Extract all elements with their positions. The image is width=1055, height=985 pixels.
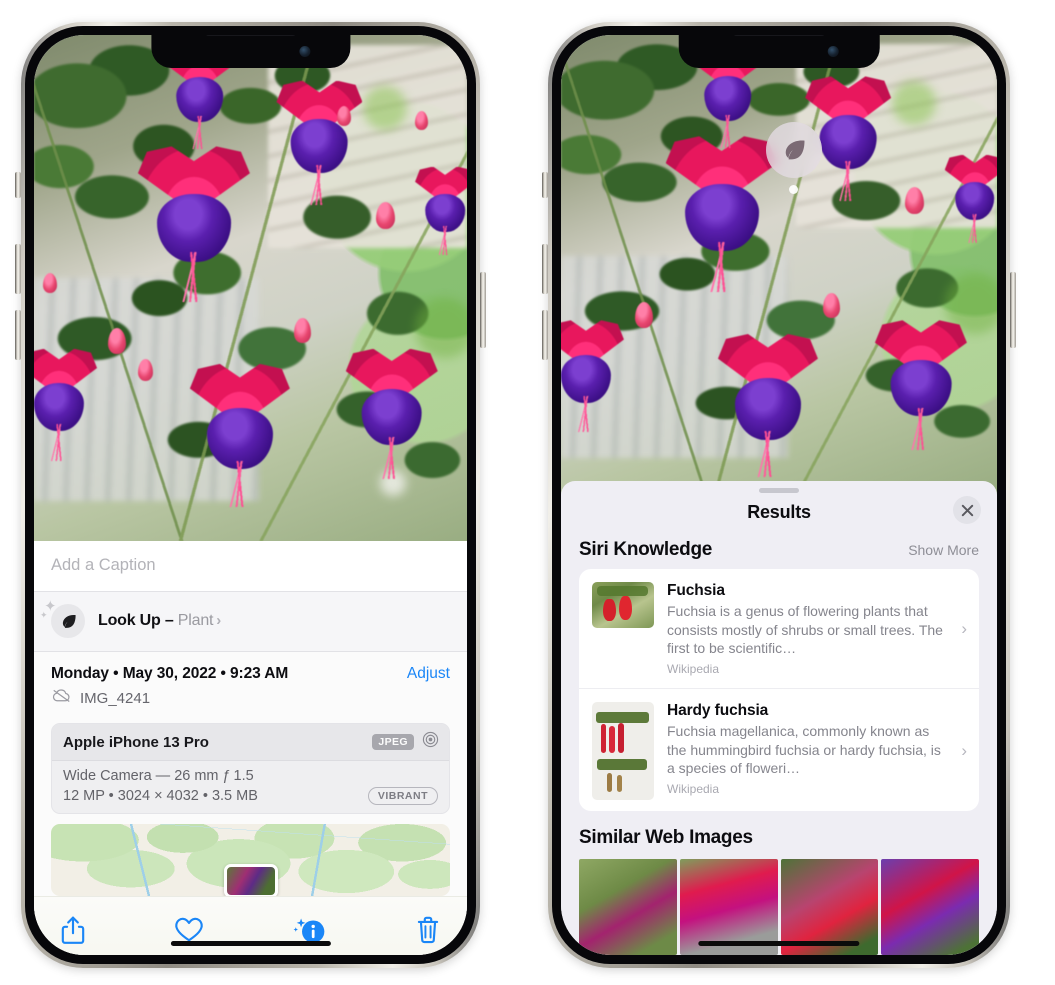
notch (150, 35, 351, 68)
left-phone-screen: Add a Caption ✦ ✦ Look Up – Plant › Mond… (34, 35, 467, 955)
home-indicator[interactable] (170, 941, 331, 946)
result-title: Hardy fuchsia (667, 702, 769, 719)
photo-toolbar (34, 896, 467, 955)
power-button[interactable] (480, 272, 486, 348)
camera-lens-info: Wide Camera — 26 mm ƒ 1.5 (63, 768, 254, 784)
web-image-4[interactable] (881, 859, 979, 955)
photographic-style-badge: VIBRANT (367, 787, 438, 805)
caption-input[interactable]: Add a Caption (34, 541, 467, 592)
leaf-icon: ✦ ✦ (40, 599, 85, 638)
siri-knowledge-card: Fuchsia Fuchsia is a genus of flowering … (579, 569, 979, 811)
right-phone-bezel: Results Siri Knowledge Show More Fuchsia… (552, 26, 1006, 964)
icloud-slash-icon (51, 688, 72, 708)
photo-filename: IMG_4241 (80, 689, 151, 707)
photo-metadata: Monday • May 30, 2022 • 9:23 AM Adjust I… (34, 652, 467, 717)
left-phone-bezel: Add a Caption ✦ ✦ Look Up – Plant › Mond… (25, 26, 476, 964)
look-up-row[interactable]: ✦ ✦ Look Up – Plant › (34, 592, 467, 652)
look-up-subject: Plant (177, 612, 214, 629)
photo-date: Monday • May 30, 2022 • 9:23 AM (51, 665, 289, 682)
list-item[interactable]: Hardy fuchsia Fuchsia magellanica, commo… (579, 688, 979, 811)
power-button-right[interactable] (1010, 272, 1016, 348)
result-source: Wikipedia (667, 662, 720, 676)
results-sheet: Results Siri Knowledge Show More Fuchsia… (561, 481, 997, 955)
result-description: Fuchsia is a genus of flowering plants t… (667, 603, 943, 657)
front-camera-icon-right (828, 46, 840, 57)
sparkle-small-icon: ✦ (40, 610, 48, 620)
home-indicator-right[interactable] (698, 941, 860, 946)
leaf-icon (765, 122, 822, 179)
volume-up-button-right[interactable] (542, 244, 548, 294)
photo-image-right[interactable] (561, 35, 997, 495)
location-map[interactable] (51, 824, 450, 896)
left-iphone-device: Add a Caption ✦ ✦ Look Up – Plant › Mond… (15, 22, 486, 968)
earpiece-speaker-right (732, 35, 826, 36)
list-item[interactable]: Fuchsia Fuchsia is a genus of flowering … (579, 569, 979, 688)
visual-lookup-pin[interactable] (765, 122, 822, 195)
pin-dot (789, 185, 799, 195)
mute-switch[interactable] (15, 172, 21, 198)
earpiece-speaker (204, 35, 297, 36)
section-title-siri-knowledge: Siri Knowledge (579, 539, 713, 561)
sheet-title: Results (747, 502, 811, 523)
trash-icon[interactable] (415, 915, 441, 950)
result-thumbnail (592, 702, 654, 800)
adjust-button[interactable]: Adjust (407, 665, 450, 683)
result-title: Fuchsia (667, 582, 725, 600)
show-more-button[interactable]: Show More (908, 542, 979, 558)
format-badge: JPEG (372, 734, 414, 750)
result-description: Fuchsia magellanica, commonly known as t… (667, 723, 941, 777)
camera-model: Apple iPhone 13 Pro (63, 733, 209, 751)
exif-row: ISO 50 | 26 mm | 0 ev | ƒ1.5 | 1/181 s (52, 813, 449, 814)
right-iphone-device: Results Siri Knowledge Show More Fuchsia… (542, 22, 1016, 968)
camera-info-card: Apple iPhone 13 Pro JPEG Wide Camera — 2… (51, 723, 450, 814)
mute-switch-right[interactable] (542, 172, 548, 198)
volume-up-button[interactable] (15, 244, 21, 294)
web-image-1[interactable] (579, 859, 677, 955)
photo-info-panel: Add a Caption ✦ ✦ Look Up – Plant › Mond… (34, 541, 467, 955)
right-phone-screen: Results Siri Knowledge Show More Fuchsia… (561, 35, 997, 955)
section-title-similar-web-images: Similar Web Images (579, 827, 753, 848)
chevron-right-icon: › (216, 612, 222, 629)
close-icon[interactable] (953, 496, 981, 525)
front-camera-icon (299, 46, 311, 57)
image-size-info: 12 MP • 3024 × 4032 • 3.5 MB (63, 788, 258, 804)
volume-down-button-right[interactable] (542, 310, 548, 360)
aperture-icon (422, 731, 439, 753)
look-up-prefix: Look Up – (98, 612, 178, 629)
chevron-right-icon: › (961, 740, 967, 760)
result-thumbnail (592, 582, 654, 629)
photo-thumbnail-pin[interactable] (223, 864, 278, 896)
notch-right (678, 35, 880, 68)
chevron-right-icon: › (961, 618, 967, 638)
look-up-label: Look Up – Plant › (98, 612, 221, 630)
share-icon[interactable] (60, 915, 86, 950)
result-source: Wikipedia (667, 781, 720, 796)
volume-down-button[interactable] (15, 310, 21, 360)
photo-image[interactable] (34, 35, 467, 541)
screenshot-stage: Add a Caption ✦ ✦ Look Up – Plant › Mond… (0, 0, 1055, 985)
